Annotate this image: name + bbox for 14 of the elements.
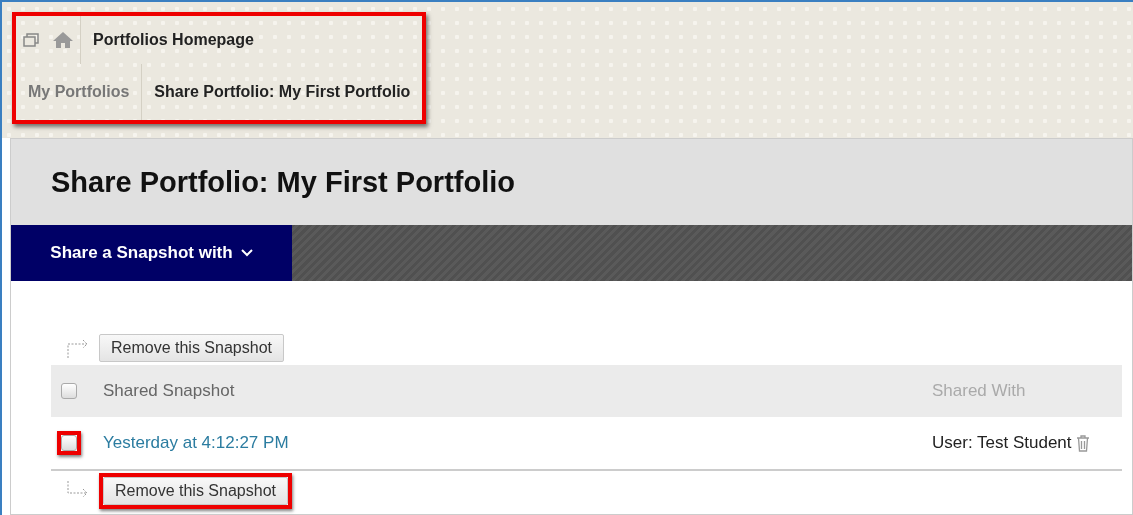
share-menu-button[interactable]: Share a Snapshot with [11, 225, 292, 281]
snapshot-link[interactable]: Yesterday at 4:12:27 PM [103, 433, 289, 452]
breadcrumb-link[interactable]: My Portfolios [16, 64, 142, 120]
page-title: Share Portfolio: My First Portfolio [11, 139, 1132, 225]
column-header: Shared Snapshot [103, 381, 235, 400]
chevron-icon [240, 249, 253, 257]
remove-snapshot-button[interactable]: Remove this Snapshot [99, 334, 284, 362]
breadcrumb-link[interactable]: Portfolios Homepage [80, 16, 266, 64]
table-cell: User: Test Student [932, 433, 1072, 453]
checkbox[interactable] [61, 383, 77, 399]
trash-icon[interactable] [1075, 434, 1090, 452]
remove-snapshot-button[interactable]: Remove this Snapshot [103, 477, 288, 505]
breadcrumb-link[interactable]: Share Portfolio: My First Portfolio [141, 64, 423, 120]
column-header: Shared With [932, 381, 1026, 401]
